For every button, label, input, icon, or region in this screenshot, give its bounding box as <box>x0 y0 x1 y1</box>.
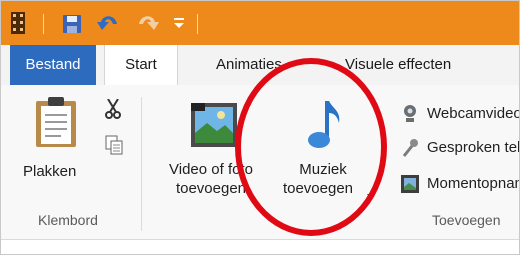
cut-icon[interactable] <box>105 98 121 124</box>
narration-label: Gesproken tekst <box>427 139 519 156</box>
tab-file[interactable]: Bestand <box>10 45 96 85</box>
copy-icon[interactable] <box>105 135 123 160</box>
webcam-icon <box>401 104 419 133</box>
group-label-add: Toevoegen <box>432 212 501 228</box>
group-separator <box>141 97 142 231</box>
group-label-clipboard: Klembord <box>38 212 98 228</box>
clipboard-icon <box>34 95 78 154</box>
webcam-label: Webcamvideo <box>427 105 520 122</box>
title-bar <box>1 1 519 45</box>
paste-label: Plakken <box>23 163 77 180</box>
snapshot-icon <box>401 174 419 203</box>
content-area <box>1 240 519 254</box>
tab-start[interactable]: Start <box>104 45 178 86</box>
customize-toolbar-icon[interactable] <box>173 16 185 35</box>
app-window: Bestand Start Animaties Visuele effecten… <box>0 0 520 255</box>
photo-video-icon <box>191 103 237 152</box>
microphone-icon <box>401 138 419 167</box>
snapshot-label: Momentopname <box>427 175 519 192</box>
undo-icon[interactable] <box>97 12 121 39</box>
annotation-circle <box>235 58 387 236</box>
toolbar-separator <box>43 14 44 34</box>
save-icon[interactable] <box>63 15 81 38</box>
toolbar-separator <box>197 14 198 34</box>
redo-icon[interactable] <box>135 12 159 39</box>
film-app-icon <box>11 12 25 39</box>
